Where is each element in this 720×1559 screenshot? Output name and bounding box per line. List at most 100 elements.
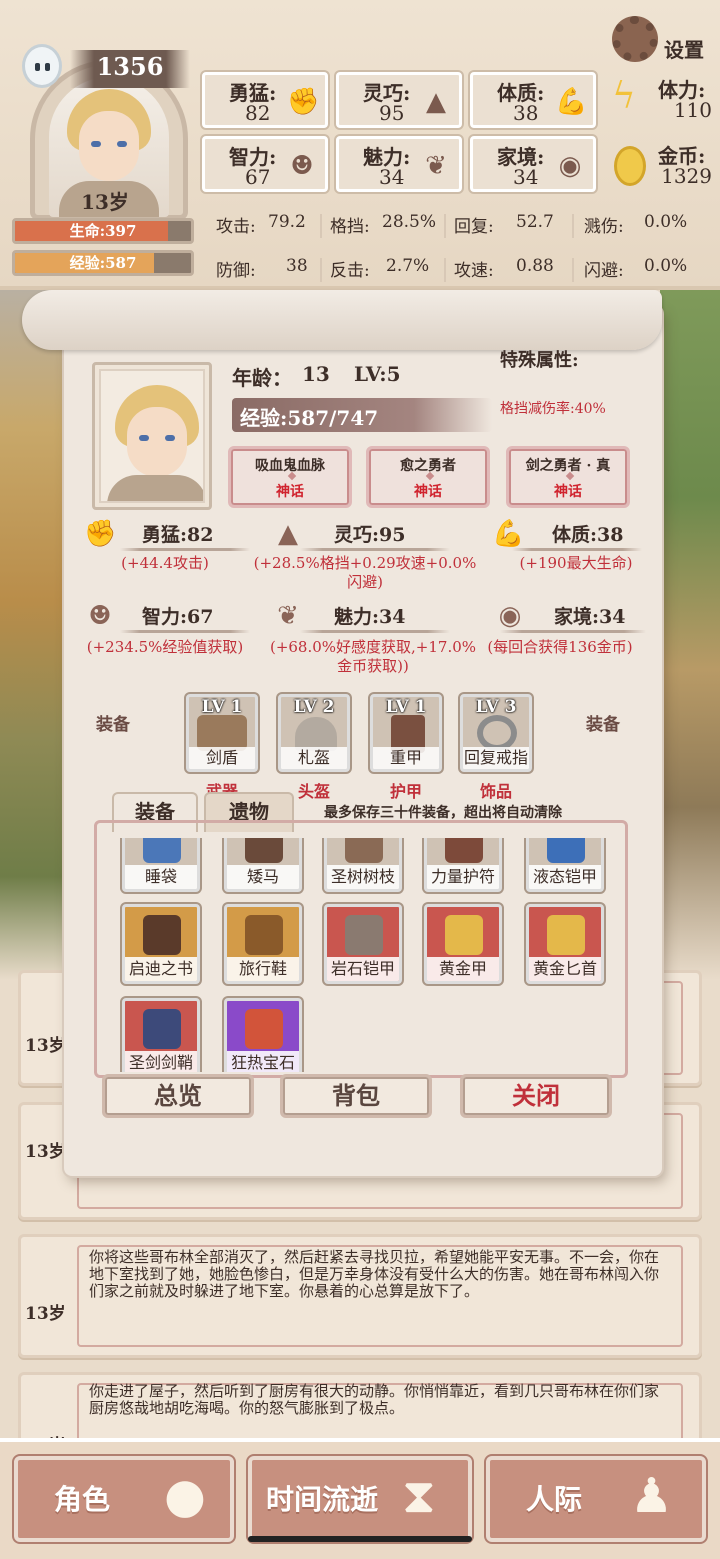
stat-label: 反击: — [330, 261, 370, 281]
inventory-item[interactable]: 圣剑剑鞘 — [122, 998, 200, 1072]
equip-slot-accessory[interactable]: LV 3 回复戒指 — [460, 694, 532, 772]
combat-stats-row: 攻击: 79.2 格挡: 28.5% 回复: 52.7 溅伤: 0.0% — [216, 212, 706, 242]
equip-name: 札盔 — [281, 747, 347, 769]
close-button[interactable]: 关闭 — [460, 1074, 612, 1118]
log-age: 13岁 — [25, 1036, 66, 1056]
settings-button[interactable]: 设置 — [664, 34, 704, 63]
fist-icon: ✊ — [287, 87, 320, 117]
trait-badge[interactable]: 吸血鬼血脉 神话 — [228, 446, 352, 508]
attr-detail-name: 灵巧:95 — [334, 524, 406, 546]
equip-slot-armor[interactable]: LV 1 重甲 — [370, 694, 442, 772]
sword-shield-icon — [197, 715, 247, 751]
attr-card-family[interactable]: 家境: 34 ◉ — [470, 136, 596, 192]
attr-detail-bonus: (+28.5%格挡+0.29攻速+0.0%闪避) — [253, 554, 477, 591]
muscle-icon: 💪 — [492, 519, 525, 549]
divider — [512, 548, 642, 551]
nav-social-button[interactable]: 人际 ♟ — [486, 1456, 706, 1542]
cloak-icon: ▲ — [426, 87, 446, 117]
gold-value: 1329 — [661, 164, 712, 188]
divider — [500, 630, 646, 633]
attr-detail-bonus: (+190最大生命) — [519, 554, 633, 572]
attr-card-constitution[interactable]: 体质: 38 💪 — [470, 72, 596, 128]
age-label: 年龄： — [232, 366, 292, 390]
stat-label: 回复: — [454, 217, 494, 237]
nav-character-button[interactable]: 角色 ● — [14, 1456, 234, 1542]
inventory-item[interactable]: 力量护符 — [424, 838, 502, 892]
divider — [300, 630, 450, 633]
inventory-grid[interactable]: 睡袋 矮马 圣树树枝 力量护符 液态铠甲 启迪之书 旅行鞋 岩石铠甲 黄金甲 黄… — [100, 838, 622, 1072]
equip-slot-weapon[interactable]: LV 1 剑盾 — [186, 694, 258, 772]
overview-button[interactable]: 总览 — [102, 1074, 254, 1118]
stat-label: 格挡: — [330, 217, 370, 237]
attr-detail-bonus: (+234.5%经验值获取) — [86, 638, 244, 656]
attr-detail-bonus: (+44.4攻击) — [121, 554, 209, 572]
stat-value: 52.7 — [516, 212, 554, 232]
hourglass-icon: ⧗ — [402, 1468, 436, 1524]
stat-label: 攻击: — [216, 217, 256, 237]
xp-bar: 经验:587 — [12, 250, 194, 276]
equip-slot-helmet[interactable]: LV 2 札盔 — [278, 694, 350, 772]
special-attr-value: 格挡减伤率:40% — [500, 401, 606, 417]
people-icon: ♟ — [630, 1468, 674, 1524]
hp-bar: 生命:397 — [12, 218, 194, 244]
inventory-item[interactable]: 岩石铠甲 — [324, 904, 402, 984]
inventory-item[interactable]: 矮马 — [224, 838, 302, 892]
attr-card-agility[interactable]: 灵巧: 95 ▲ — [336, 72, 462, 128]
level-label: LV:5 — [354, 362, 401, 386]
brain-icon: ☻ — [290, 151, 314, 181]
head-icon: ● — [164, 1468, 206, 1524]
gear-icon[interactable] — [612, 16, 658, 62]
stat-value: 79.2 — [268, 212, 306, 232]
equip-side-label: 装备 — [586, 715, 620, 735]
muscle-icon: 💪 — [555, 87, 588, 117]
attr-card-intellect[interactable]: 智力: 67 ☻ — [202, 136, 328, 192]
attr-value: 67 — [245, 165, 271, 189]
attr-value: 38 — [513, 101, 539, 125]
equip-name: 重甲 — [373, 747, 439, 769]
backpack-button[interactable]: 背包 — [280, 1074, 432, 1118]
trait-badge[interactable]: 剑之勇者 · 真 神话 — [506, 446, 630, 508]
scroll-top-roll — [22, 290, 662, 350]
nav-label: 人际 — [526, 1483, 583, 1516]
attr-value: 34 — [513, 165, 539, 189]
divider — [300, 548, 450, 551]
inventory-item[interactable]: 狂热宝石 — [224, 998, 302, 1072]
inventory-item[interactable]: 液态铠甲 — [526, 838, 604, 892]
log-text: 你走进了屋子，然后听到了厨房有很大的动静。你悄悄靠近，看到几只哥布林在你们家厨房… — [89, 1382, 660, 1417]
stat-label: 溅伤: — [584, 217, 624, 237]
age-value: 13 — [302, 362, 330, 386]
trait-rank: 神话 — [414, 484, 442, 500]
gold-display: 金币: 1329 — [608, 136, 718, 196]
equip-level: LV 2 — [293, 697, 335, 717]
attr-detail-bonus: (+68.0%好感度获取,+17.0%金币获取)) — [269, 638, 477, 675]
home-indicator[interactable] — [248, 1536, 472, 1542]
inventory-item[interactable]: 黄金甲 — [424, 904, 502, 984]
inventory-item[interactable]: 圣树树枝 — [324, 838, 402, 892]
inventory-item[interactable]: 黄金匕首 — [526, 904, 604, 984]
attr-detail-bonus: (每回合获得136金币) — [487, 638, 633, 656]
cloak-icon: ▲ — [278, 519, 298, 549]
attr-card-charm[interactable]: 魅力: 34 ❦ — [336, 136, 462, 192]
stat-value: 0.0% — [644, 212, 688, 232]
lightning-icon: ϟ — [612, 76, 636, 117]
inventory-item[interactable]: 睡袋 — [122, 838, 200, 892]
attr-card-courage[interactable]: 勇猛: 82 ✊ — [202, 72, 328, 128]
inventory-item[interactable]: 启迪之书 — [122, 904, 200, 984]
inventory-item[interactable]: 旅行鞋 — [224, 904, 302, 984]
character-portrait — [92, 362, 212, 510]
equip-name: 剑盾 — [189, 747, 255, 769]
trait-rank: 神话 — [276, 484, 304, 500]
brain-icon: ☻ — [88, 601, 112, 631]
nav-label: 角色 — [54, 1483, 111, 1516]
trait-badge[interactable]: 愈之勇者 神话 — [366, 446, 490, 508]
stat-label: 攻速: — [454, 261, 494, 281]
flower-icon: ❦ — [277, 601, 299, 631]
stat-value: 38 — [286, 256, 308, 276]
attr-value: 95 — [379, 101, 405, 125]
nav-time-button[interactable]: 时间流逝 ⧗ — [248, 1456, 472, 1542]
coin-hand-icon: ◉ — [498, 601, 522, 631]
ring-icon — [477, 715, 517, 751]
attr-detail-name: 勇猛:82 — [142, 524, 214, 546]
attr-detail-name: 智力:67 — [142, 606, 214, 628]
attr-detail-name: 体质:38 — [552, 524, 624, 546]
